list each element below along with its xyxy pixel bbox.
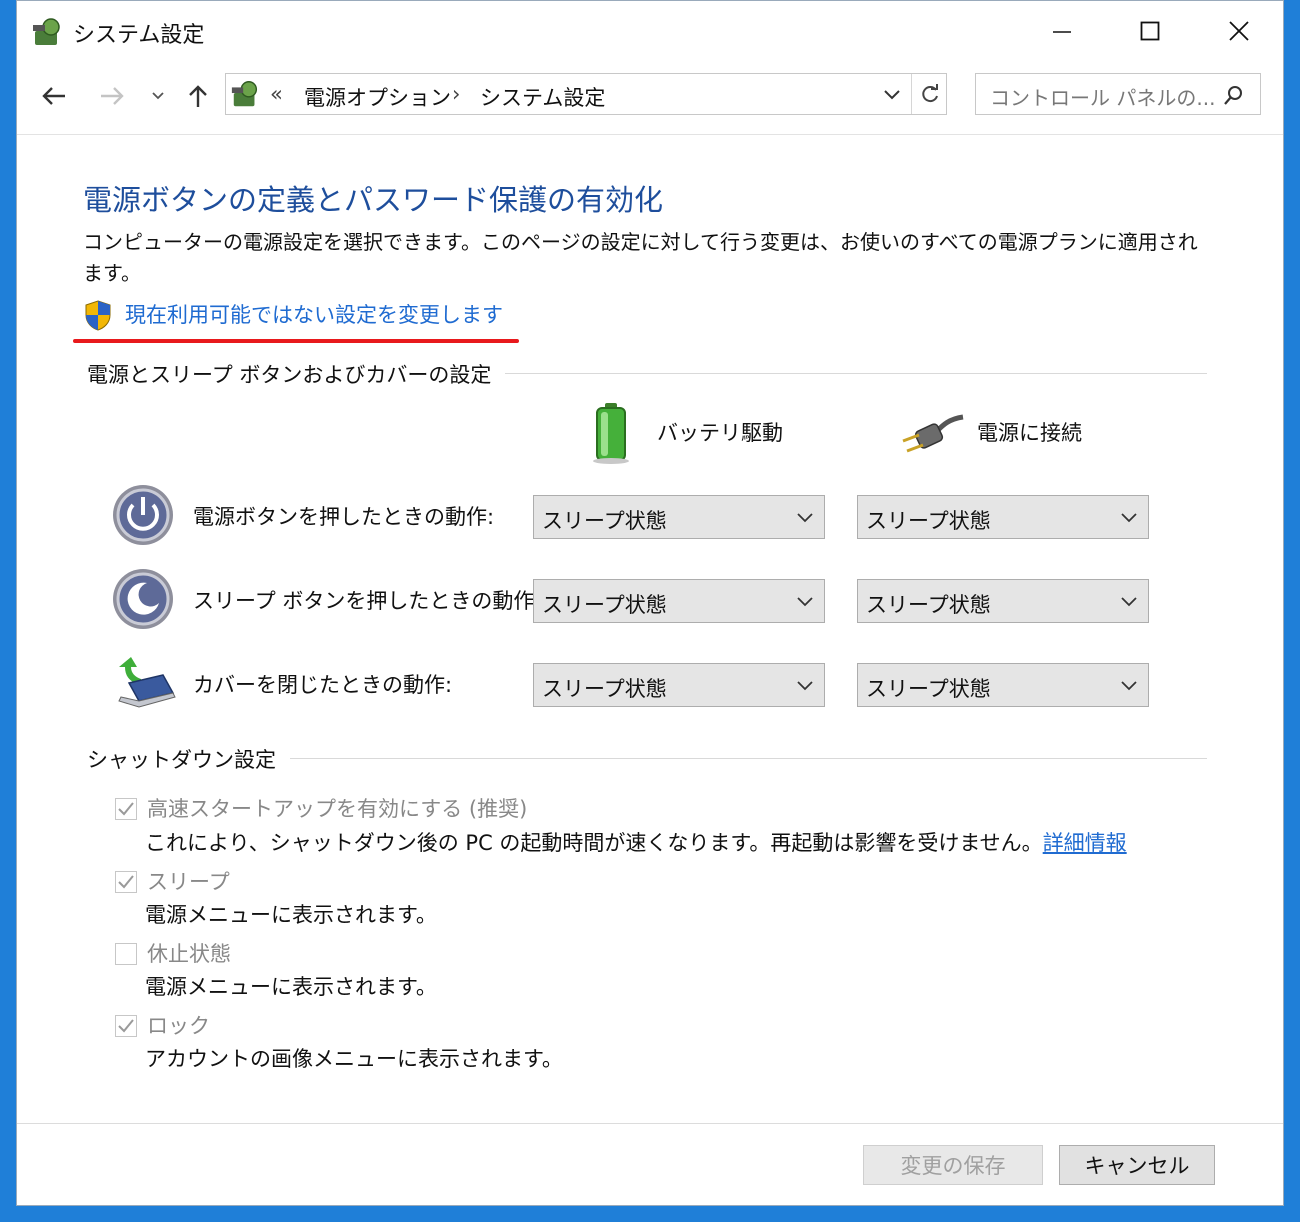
power-plug-icon (902, 414, 964, 453)
close-button[interactable] (1211, 9, 1267, 53)
chevron-down-icon (797, 513, 813, 523)
fast-startup-label: 高速スタートアップを有効にする (推奨) (147, 797, 528, 821)
check-icon (118, 875, 134, 889)
title-bar[interactable]: システム設定 (17, 1, 1283, 61)
hibernate-checkbox[interactable] (115, 943, 137, 965)
sleep-button-icon (113, 569, 173, 629)
select-value: スリープ状態 (542, 677, 667, 701)
footer-divider (17, 1123, 1283, 1124)
address-divider (911, 74, 912, 114)
sleep-button-plugged-select[interactable]: スリープ状態 (857, 579, 1149, 623)
fast-startup-checkbox[interactable] (115, 798, 137, 820)
lid-close-plugged-select[interactable]: スリープ状態 (857, 663, 1149, 707)
lock-checkbox[interactable] (115, 1015, 137, 1037)
plugged-in-column-header: 電源に接続 (977, 421, 1082, 445)
breadcrumb-overflow[interactable]: « (270, 82, 283, 106)
change-unavailable-settings-link[interactable]: 現在利用可能ではない設定を変更します (125, 299, 503, 329)
select-value: スリープ状態 (866, 509, 991, 533)
sleep-button-action-label: スリープ ボタンを押したときの動作: (193, 589, 542, 613)
power-group-title: 電源とスリープ ボタンおよびカバーの設定 (87, 359, 506, 389)
window-title: システム設定 (73, 23, 205, 48)
search-box[interactable]: コントロール パネルの... (975, 73, 1261, 115)
chevron-down-icon (1121, 513, 1137, 523)
lid-close-action-label: カバーを閉じたときの動作: (193, 673, 453, 697)
arrow-up-icon (189, 85, 207, 107)
power-button-plugged-select[interactable]: スリープ状態 (857, 495, 1149, 539)
power-button-battery-select[interactable]: スリープ状態 (533, 495, 825, 539)
chevron-down-icon (1121, 681, 1137, 691)
address-bar[interactable]: « 電源オプション › システム設定 (225, 73, 947, 115)
chevron-down-icon (884, 90, 900, 100)
shutdown-group-title: シャットダウン設定 (87, 744, 290, 774)
sleep-button-battery-select[interactable]: スリープ状態 (533, 579, 825, 623)
minimize-button[interactable] (1034, 9, 1090, 53)
select-value: スリープ状態 (542, 509, 667, 533)
arrow-right-icon (101, 87, 124, 105)
breadcrumb-system-settings[interactable]: システム設定 (480, 82, 605, 112)
close-icon (1229, 21, 1249, 41)
sleep-checkbox[interactable] (115, 871, 137, 893)
battery-column-header: バッテリ駆動 (657, 421, 783, 445)
uac-shield-icon (85, 300, 111, 331)
page-title: 電源ボタンの定義とパスワード保護の有効化 (83, 183, 664, 217)
lock-label: ロック (147, 1014, 210, 1038)
chevron-down-icon (152, 92, 164, 100)
lock-description: アカウントの画像メニューに表示されます。 (145, 1047, 563, 1071)
fast-startup-description-text: これにより、シャットダウン後の PC の起動時間が速くなります。再起動は影響を受… (145, 831, 1043, 855)
highlight-underline (73, 339, 519, 343)
minimize-icon (1053, 31, 1071, 33)
battery-icon (593, 403, 629, 464)
arrow-left-icon (42, 87, 65, 105)
select-value: スリープ状態 (866, 593, 991, 617)
cancel-button[interactable]: キャンセル (1059, 1145, 1215, 1185)
sleep-description: 電源メニューに表示されます。 (145, 903, 437, 927)
forward-button[interactable] (95, 79, 129, 113)
fast-startup-description: これにより、シャットダウン後の PC の起動時間が速くなります。再起動は影響を受… (145, 827, 1127, 857)
hibernate-label: 休止状態 (147, 942, 231, 966)
more-info-link[interactable]: 詳細情報 (1043, 831, 1127, 855)
check-icon (118, 802, 134, 816)
chevron-down-icon (797, 681, 813, 691)
page-description: コンピューターの電源設定を選択できます。このページの設定に対して行う変更は、お使… (83, 230, 1198, 285)
check-icon (118, 1019, 134, 1033)
laptop-lid-icon (118, 657, 176, 708)
back-button[interactable] (37, 79, 71, 113)
search-icon[interactable] (1222, 84, 1244, 106)
refresh-icon (922, 84, 938, 103)
search-placeholder[interactable]: コントロール パネルの... (990, 82, 1215, 111)
system-settings-window: システム設定 « 電源オプション › システム設定 コントロール パネルの...… (16, 0, 1284, 1206)
sleep-label: スリープ (147, 870, 230, 894)
address-history-dropdown[interactable] (878, 82, 906, 108)
refresh-button[interactable] (916, 80, 944, 108)
power-button-icon (113, 485, 173, 545)
recent-locations-button[interactable] (141, 79, 175, 113)
select-value: スリープ状態 (542, 593, 667, 617)
breadcrumb-separator[interactable]: › (452, 82, 460, 106)
chevron-down-icon (1121, 597, 1137, 607)
chevron-down-icon (797, 597, 813, 607)
lid-close-battery-select[interactable]: スリープ状態 (533, 663, 825, 707)
breadcrumb-power-options[interactable]: 電源オプション (304, 82, 451, 112)
hibernate-description: 電源メニューに表示されます。 (145, 975, 437, 999)
maximize-icon (1140, 21, 1160, 41)
power-options-app-icon (33, 18, 60, 45)
power-options-icon (231, 81, 258, 107)
maximize-button[interactable] (1122, 9, 1178, 53)
save-changes-button[interactable]: 変更の保存 (863, 1145, 1043, 1185)
select-value: スリープ状態 (866, 677, 991, 701)
toolbar-separator (17, 134, 1283, 135)
power-button-action-label: 電源ボタンを押したときの動作: (193, 505, 495, 529)
up-button[interactable] (181, 79, 215, 113)
